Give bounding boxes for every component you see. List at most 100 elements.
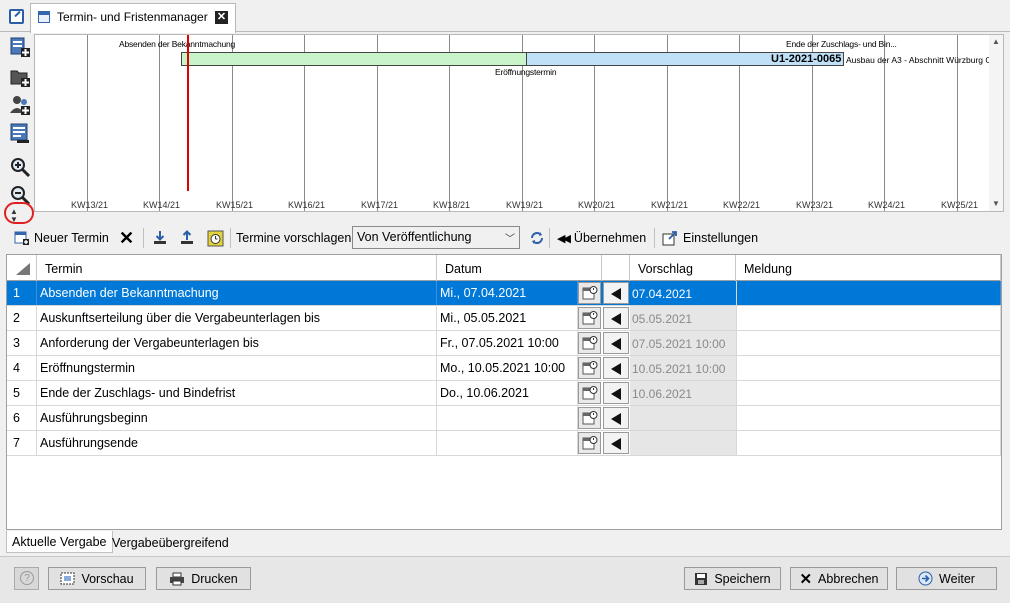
table-row[interactable]: 1 Absenden der Bekanntmachung Mi., 07.04.2… (7, 281, 1001, 306)
preview-icon (60, 572, 75, 585)
week-label: KW22/21 (723, 200, 761, 210)
header-datum[interactable]: Datum (437, 255, 602, 281)
week-label: KW24/21 (868, 200, 906, 210)
collapse-toggle[interactable] (4, 202, 34, 224)
table-row[interactable]: 3 Anforderung der Vergabeunterlagen bis Fr… (7, 331, 1001, 356)
settings-button[interactable]: Einstellungen (662, 228, 758, 248)
apply-suggestion-arrow-icon[interactable] (603, 282, 629, 304)
row-termin[interactable]: Eröffnungstermin (37, 356, 437, 380)
row-datum[interactable] (437, 431, 578, 455)
apply-suggestion-arrow-icon[interactable] (603, 332, 629, 354)
tab-label: Termin- und Fristenmanager (57, 10, 208, 24)
row-number: 3 (7, 331, 37, 355)
edit-list-icon[interactable] (9, 122, 31, 144)
row-termin[interactable]: Anforderung der Vergabeunterlagen bis (37, 331, 437, 355)
close-icon[interactable]: ✕ (215, 11, 228, 24)
date-picker-icon[interactable] (578, 282, 601, 304)
tab-aktuelle-vergabe[interactable]: Aktuelle Vergabe (6, 531, 113, 553)
help-button[interactable]: ? (14, 567, 39, 590)
next-button[interactable]: Weiter (896, 567, 997, 590)
row-datum[interactable]: Mo., 10.05.2021 10:00 (437, 356, 578, 380)
date-picker-icon[interactable] (578, 307, 601, 329)
export-icon[interactable] (179, 228, 195, 248)
suggest-select-value: Von Veröffentlichung (357, 230, 472, 244)
apply-suggestion-arrow-icon[interactable] (603, 382, 629, 404)
preview-button[interactable]: Vorschau (48, 567, 146, 590)
import-icon[interactable] (152, 228, 168, 248)
apply-suggestion-arrow-icon[interactable] (603, 432, 629, 454)
date-picker-icon[interactable] (578, 357, 601, 379)
table-row[interactable]: 4 Eröffnungstermin Mo., 10.05.2021 10:00 10… (7, 356, 1001, 381)
row-termin[interactable]: Ausführungsende (37, 431, 437, 455)
new-appointment-button[interactable]: Neuer Termin (14, 228, 109, 248)
suggest-select[interactable]: Von Veröffentlichung ﹀ (352, 226, 520, 249)
timeline-scrollbar[interactable]: ▲ ▼ (989, 35, 1003, 211)
row-vorschlag: 07.04.2021 (632, 287, 693, 301)
apply-suggestion-arrow-icon[interactable] (603, 307, 629, 329)
row-termin[interactable]: Absenden der Bekanntmachung (37, 281, 437, 305)
new-appointment-icon (14, 231, 29, 245)
row-termin[interactable]: Ausführungsbeginn (37, 406, 437, 430)
zoom-in-icon[interactable] (9, 156, 31, 178)
row-meldung (736, 431, 1001, 455)
date-picker-icon[interactable] (578, 332, 601, 354)
apply-suggestion-arrow-icon[interactable] (603, 357, 629, 379)
date-picker-icon[interactable] (578, 407, 601, 429)
apply-suggestion-arrow-icon[interactable] (603, 407, 629, 429)
row-number: 5 (7, 381, 37, 405)
print-label: Drucken (191, 571, 238, 586)
row-meldung (736, 381, 1001, 405)
save-label: Speichern (714, 571, 771, 586)
new-appointment-label: Neuer Termin (34, 231, 109, 245)
row-termin[interactable]: Auskunftserteilung über die Vergabeunter… (37, 306, 437, 330)
week-label: KW21/21 (651, 200, 689, 210)
save-button[interactable]: Speichern (684, 567, 781, 590)
row-datum[interactable] (437, 406, 578, 430)
procurement-description: Ausbau der A3 - Abschnitt Würzburg O (846, 55, 992, 65)
row-meldung (736, 306, 1001, 330)
refresh-icon[interactable] (529, 228, 545, 248)
toolbar-separator (143, 228, 144, 248)
tab-vergabeuebergreifend[interactable]: Vergabeübergreifend (106, 531, 235, 553)
row-number: 4 (7, 356, 37, 380)
row-datum[interactable]: Do., 10.06.2021 (437, 381, 578, 405)
footer-bar: ? Vorschau Drucken Speichern ✕ Abbrechen… (0, 556, 1010, 603)
scroll-down-icon[interactable]: ▼ (992, 199, 1000, 208)
header-meldung[interactable]: Meldung (736, 255, 1001, 281)
row-vorschlag (630, 431, 736, 455)
header-vorschlag[interactable]: Vorschlag (630, 255, 736, 281)
row-datum[interactable]: Fr., 07.05.2021 10:00 (437, 331, 578, 355)
date-picker-icon[interactable] (578, 432, 601, 454)
row-vorschlag: 07.05.2021 10:00 (630, 331, 736, 355)
calendar-sync-icon[interactable] (207, 228, 224, 248)
scroll-up-icon[interactable]: ▲ (992, 37, 1000, 46)
row-datum[interactable]: Mi., 07.04.2021 (437, 281, 578, 305)
cancel-icon: ✕ (799, 570, 813, 588)
settings-label: Einstellungen (683, 231, 759, 245)
grid-toolbar: Neuer Termin ✕ Termine vorschlagen: Von … (6, 224, 1004, 252)
edit-icon[interactable] (9, 9, 24, 24)
add-user-icon[interactable] (9, 94, 31, 116)
tab-termin-fristenmanager[interactable]: Termin- und Fristenmanager ✕ (30, 3, 236, 33)
apply-button[interactable]: ◀◀ Übernehmen (557, 228, 646, 248)
header-corner[interactable] (7, 255, 37, 281)
table-row[interactable]: 7 Ausführungsende (7, 431, 1001, 456)
header-termin[interactable]: Termin (37, 255, 437, 281)
table-row[interactable]: 6 Ausführungsbeginn (7, 406, 1001, 431)
table-row[interactable]: 2 Auskunftserteilung über die Vergabeunte… (7, 306, 1001, 331)
row-datum[interactable]: Mi., 05.05.2021 (437, 306, 578, 330)
tab-bar: Termin- und Fristenmanager ✕ (0, 0, 1010, 33)
toolbar-separator (230, 228, 231, 248)
week-label: KW19/21 (506, 200, 544, 210)
add-folder-icon[interactable] (9, 66, 31, 88)
date-picker-icon[interactable] (578, 382, 601, 404)
delete-icon[interactable]: ✕ (119, 228, 134, 248)
cancel-button[interactable]: ✕ Abbrechen (790, 567, 888, 590)
row-termin[interactable]: Ende der Zuschlags- und Bindefrist (37, 381, 437, 405)
milestone-label-start: Absenden der Bekanntmachung (119, 39, 236, 49)
table-row[interactable]: 5 Ende der Zuschlags- und Bindefrist Do., … (7, 381, 1001, 406)
header-arrow (602, 255, 630, 281)
timeline-bar-phase1[interactable] (181, 52, 527, 66)
add-project-icon[interactable] (9, 36, 31, 58)
print-button[interactable]: Drucken (156, 567, 251, 590)
